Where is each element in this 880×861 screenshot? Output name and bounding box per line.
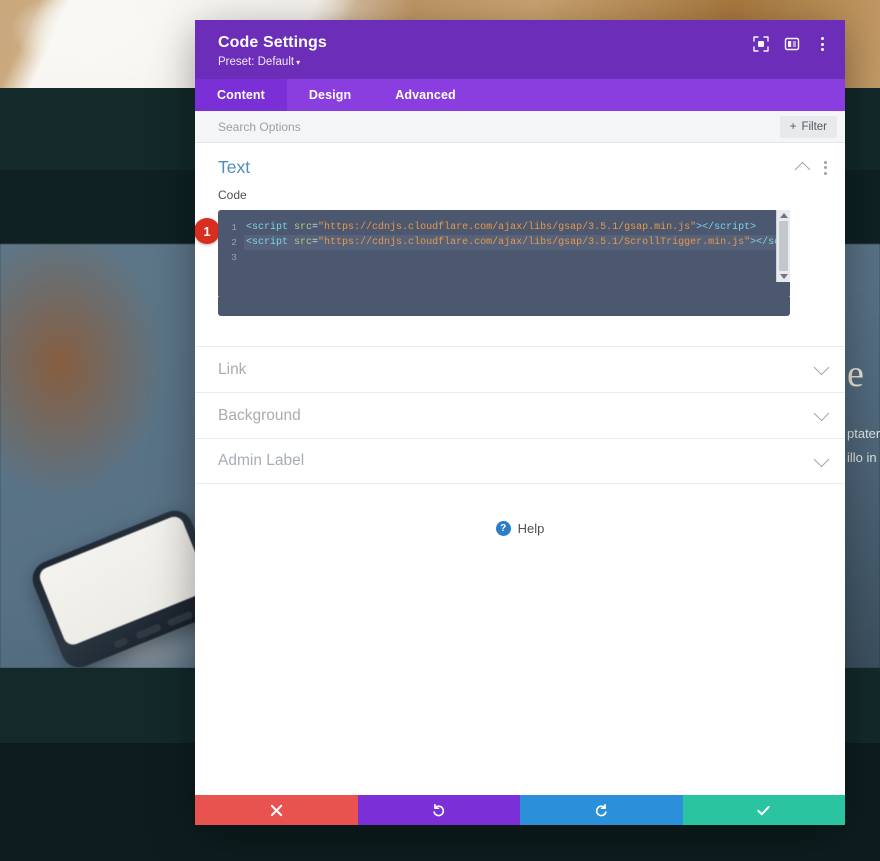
code-content[interactable]: <script src="https://cdnjs.cloudflare.co… (244, 218, 790, 298)
code-editor-footer-strip (218, 297, 790, 316)
plus-icon: + (789, 120, 797, 133)
modal-header: Code Settings Preset: Default ▾ (195, 20, 845, 79)
tab-content[interactable]: Content (195, 79, 287, 111)
code-token-attr: src (294, 237, 313, 248)
chevron-down-icon[interactable] (813, 405, 830, 422)
code-line: <script src="https://cdnjs.cloudflare.co… (244, 220, 790, 235)
dot (824, 171, 827, 175)
chevron-down-icon[interactable] (813, 359, 830, 376)
undo-button[interactable] (357, 795, 520, 825)
layout-split-icon[interactable] (784, 36, 800, 52)
background-marketing-text: e ptater illo in (847, 352, 880, 470)
accordion-label-admin-label: Admin Label (218, 452, 305, 469)
tab-design[interactable]: Design (287, 79, 373, 111)
accordion-label-background: Background (218, 406, 301, 424)
modal-tabs: Content Design Advanced (195, 79, 845, 111)
code-token-str: "https://cdnjs.cloudflare.com/ajax/libs/… (318, 222, 697, 233)
chevron-down-icon[interactable] (813, 451, 830, 467)
section-more-options-icon[interactable] (824, 160, 827, 175)
code-editor-scrollbar[interactable] (776, 210, 790, 282)
section-text-actions (794, 160, 827, 178)
background-phone-button-1 (112, 636, 129, 649)
redo-icon (594, 803, 609, 818)
redo-button[interactable] (520, 795, 683, 825)
code-token-tag: <script (246, 222, 295, 233)
dot (820, 37, 824, 40)
search-input[interactable] (218, 119, 780, 134)
cancel-button[interactable] (195, 795, 358, 825)
code-token-tag: <script (246, 237, 295, 248)
undo-icon (431, 803, 446, 818)
options-accordion: Link Background Admin Label (195, 346, 845, 484)
section-title-text: Text (218, 157, 251, 177)
section-header-text[interactable]: Text (195, 143, 845, 188)
background-heading-fragment: e (847, 353, 865, 395)
code-editor[interactable]: 1 2 3 <script src="https://cdnjs.cloudflar… (218, 210, 790, 298)
more-options-icon[interactable] (815, 36, 829, 52)
modal-title: Code Settings (218, 34, 327, 51)
scroll-up-icon[interactable] (779, 213, 788, 218)
accordion-label-link: Link (218, 360, 247, 378)
code-field-label: Code (218, 188, 247, 202)
dot (824, 160, 827, 164)
code-line-number: 2 (231, 237, 237, 248)
chevron-down-icon: ▾ (296, 58, 301, 67)
code-editor-wrapper: 1 123 <script src="https://cdnjs.cloudfl… (195, 210, 790, 316)
dot (820, 42, 824, 46)
dot (824, 166, 827, 169)
chevron-up-icon[interactable] (794, 161, 811, 178)
close-icon (270, 804, 283, 817)
scroll-down-icon[interactable] (779, 274, 788, 279)
check-icon (756, 803, 771, 818)
modal-body: Text Code 1 123 <script src="https://cdn… (195, 143, 845, 795)
help-label[interactable]: Help (518, 521, 545, 536)
accordion-row-background[interactable]: Background (195, 392, 845, 438)
accordion-row-link[interactable]: Link (195, 346, 845, 392)
code-gutter: 1 2 3 (218, 218, 244, 298)
code-field: Code 1 123 <script src="https://cdnjs.cl… (195, 188, 845, 316)
code-line: <script src="https://cdnjs.cloudflare.co… (244, 235, 790, 250)
code-line-number: 3 (231, 252, 237, 263)
filter-button[interactable]: + Filter (779, 115, 837, 138)
background-paragraph-fragment: ptater illo in (847, 426, 880, 465)
modal-header-icons (753, 36, 829, 52)
dot (820, 48, 824, 51)
scrollbar-thumb[interactable] (779, 221, 788, 271)
tab-advanced[interactable]: Advanced (373, 79, 478, 111)
step-badge-1: 1 (195, 218, 220, 244)
expand-icon[interactable] (753, 36, 769, 52)
code-settings-modal: Code Settings Preset: Default ▾ Content … (195, 20, 845, 825)
help-icon[interactable]: ? (495, 521, 511, 536)
save-button[interactable] (682, 795, 845, 825)
code-token-tag: ></script> (696, 222, 757, 233)
modal-header-titles: Code Settings Preset: Default ▾ (218, 33, 327, 68)
preset-label: Preset: Default (218, 56, 295, 68)
search-options-bar: + Filter (195, 111, 845, 143)
code-line-number: 1 (231, 222, 237, 233)
help-row[interactable]: ? Help (195, 521, 845, 536)
preset-selector[interactable]: Preset: Default ▾ (218, 56, 327, 68)
filter-button-label: Filter (801, 120, 827, 133)
code-token-str: "https://cdnjs.cloudflare.com/ajax/libs/… (318, 237, 751, 248)
modal-footer (195, 795, 845, 825)
code-token-attr: src (294, 222, 313, 233)
accordion-row-admin-label[interactable]: Admin Label (195, 438, 845, 484)
